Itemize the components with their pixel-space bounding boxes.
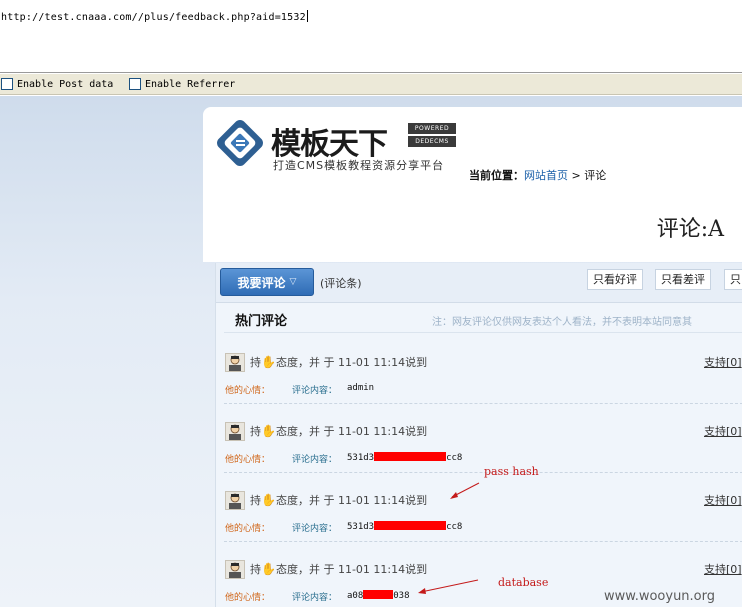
avatar xyxy=(225,560,245,579)
comment-toolbar: 我要评论 ▽ (评论条) 只看好评 只看差评 只 xyxy=(216,263,742,303)
comment-item: 持✋态度，并 于 11-01 11:14说到 支持[0] 他的心情： 评论内容：… xyxy=(216,478,742,546)
avatar xyxy=(225,353,245,372)
divider xyxy=(224,472,742,473)
hot-comments-title: 热门评论 xyxy=(235,314,288,329)
comment-content: admin xyxy=(347,383,374,393)
mood-label: 他的心情： xyxy=(225,524,271,534)
support-link[interactable]: 支持[0] xyxy=(704,423,742,439)
enable-referrer-option[interactable]: Enable Referrer xyxy=(129,78,235,90)
breadcrumb-separator: > xyxy=(571,169,581,182)
comment-meta: 态度，并 于 11-01 11:14说到 xyxy=(275,563,428,576)
comment-meta: 态度，并 于 11-01 11:14说到 xyxy=(275,425,428,438)
powered-badge-line2: DEDECMS xyxy=(408,136,456,147)
comment-meta: 态度，并 于 11-01 11:14说到 xyxy=(275,494,428,507)
comment-content-start: 531d3 xyxy=(347,453,375,463)
content-label: 评论内容： xyxy=(292,524,338,534)
redaction-bar xyxy=(374,452,447,461)
comment-content: 531d3 cc8 xyxy=(347,521,462,532)
post-comment-label: 我要评论 xyxy=(237,275,286,290)
site-header: 模板天下 POWERED DEDECMS 打造CMS模板教程资源分享平台 当前位… xyxy=(203,107,742,262)
comment-item: 持✋态度，并 于 11-01 11:14说到 支持[0] 他的心情： 评论内容：… xyxy=(216,409,742,477)
mood-label: 他的心情： xyxy=(225,386,271,396)
filter-bad-button[interactable]: 只看差评 xyxy=(655,269,711,290)
content-label: 评论内容： xyxy=(292,593,338,603)
breadcrumb: 当前位置：网站首页 > 评论 xyxy=(469,167,606,183)
comment-content-end: cc8 xyxy=(446,522,463,532)
url-textarea[interactable]: http://test.cnaaa.com//plus/feedback.php… xyxy=(0,0,742,73)
support-link[interactable]: 支持[0] xyxy=(704,354,742,370)
breadcrumb-home-link[interactable]: 网站首页 xyxy=(524,169,568,182)
comment-content: 531d3 cc8 xyxy=(347,452,462,463)
comment-content-end: 038 xyxy=(393,591,410,601)
redaction-bar xyxy=(374,521,447,530)
avatar xyxy=(225,491,245,510)
breadcrumb-label: 当前位置： xyxy=(469,169,524,182)
comment-prefix: 持 xyxy=(250,425,261,438)
support-link[interactable]: 支持[0] xyxy=(704,492,742,508)
hand-icon: ✋ xyxy=(261,493,276,507)
hand-icon: ✋ xyxy=(261,424,276,438)
chevron-down-icon: ▽ xyxy=(289,277,297,287)
content-label: 评论内容： xyxy=(292,455,338,465)
divider xyxy=(224,332,742,333)
powered-badge-line1: POWERED xyxy=(408,123,456,134)
avatar xyxy=(225,422,245,441)
support-link[interactable]: 支持[0] xyxy=(704,561,742,577)
filter-good-button[interactable]: 只看好评 xyxy=(587,269,643,290)
text-caret xyxy=(306,10,308,22)
url-text: http://test.cnaaa.com//plus/feedback.php… xyxy=(1,12,306,23)
options-bar: Enable Post data Enable Referrer xyxy=(0,74,742,95)
hand-icon: ✋ xyxy=(261,355,276,369)
comment-content-end: cc8 xyxy=(446,453,463,463)
hot-comments-note: 注：网友评论仅供网友表达个人看法，并不表明本站同意其 xyxy=(432,317,692,328)
breadcrumb-current: 评论 xyxy=(584,169,607,182)
mood-label: 他的心情： xyxy=(225,593,271,603)
comment-panel: 我要评论 ▽ (评论条) 只看好评 只看差评 只 热门评论 注：网友评论仅供网友… xyxy=(215,263,742,607)
checkbox-post-data[interactable] xyxy=(1,78,13,90)
redaction-bar xyxy=(363,590,394,599)
enable-post-data-label: Enable Post data xyxy=(17,78,114,90)
logo-icon[interactable] xyxy=(214,117,266,169)
powered-badge: POWERED DEDECMS xyxy=(408,123,456,149)
divider xyxy=(224,403,742,404)
watermark: www.wooyun.org xyxy=(604,589,716,604)
pass-hash-annotation: pass hash xyxy=(484,465,539,478)
comment-content: a08 038 xyxy=(347,590,410,601)
enable-post-data-option[interactable]: Enable Post data xyxy=(1,78,113,90)
content-label: 评论内容： xyxy=(292,386,338,396)
comment-item: 持✋态度，并 于 11-01 11:14说到 支持[0] 他的心情： 评论内容：… xyxy=(216,340,742,408)
checkbox-referrer[interactable] xyxy=(129,78,141,90)
filter-more-button[interactable]: 只 xyxy=(724,269,742,290)
comment-prefix: 持 xyxy=(250,356,261,369)
site-slogan: 打造CMS模板教程资源分享平台 xyxy=(273,159,445,172)
comment-count: (评论条) xyxy=(320,277,362,290)
comment-content-start: admin xyxy=(347,383,375,393)
page-title: 评论:A xyxy=(656,217,724,242)
comment-prefix: 持 xyxy=(250,563,261,576)
comment-prefix: 持 xyxy=(250,494,261,507)
mood-label: 他的心情： xyxy=(225,455,271,465)
comment-content-start: a08 xyxy=(347,591,364,601)
database-annotation: database xyxy=(498,576,549,589)
hand-icon: ✋ xyxy=(261,562,276,576)
divider xyxy=(224,541,742,542)
comment-meta: 态度，并 于 11-01 11:14说到 xyxy=(275,356,428,369)
comment-content-start: 531d3 xyxy=(347,522,375,532)
enable-referrer-label: Enable Referrer xyxy=(145,78,236,90)
post-comment-button[interactable]: 我要评论 ▽ xyxy=(220,268,314,296)
